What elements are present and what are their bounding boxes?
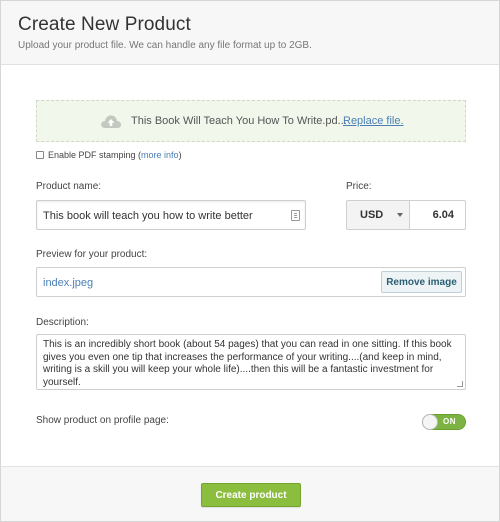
create-product-button[interactable]: Create product	[201, 483, 301, 507]
field-list-icon	[291, 210, 300, 221]
pdf-stamping-suffix: )	[178, 150, 182, 160]
product-name-label: Product name:	[36, 181, 102, 192]
product-name-input[interactable]: This book will teach you how to write be…	[36, 200, 306, 230]
toggle-knob	[422, 414, 438, 430]
show-on-profile-label: Show product on profile page:	[36, 415, 169, 426]
description-label: Description:	[36, 317, 89, 328]
remove-image-button[interactable]: Remove image	[381, 271, 462, 293]
price-field: USD 6.04	[346, 200, 466, 230]
create-product-dialog: Create New Product Upload your product f…	[0, 0, 500, 522]
file-dropzone[interactable]: This Book Will Teach You How To Write.pd…	[36, 100, 466, 142]
pdf-stamping-checkbox[interactable]	[36, 151, 44, 159]
more-info-link[interactable]: more info	[141, 150, 179, 160]
page-title: Create New Product	[18, 14, 191, 35]
chevron-down-icon	[397, 213, 403, 217]
preview-label: Preview for your product:	[36, 249, 148, 260]
dialog-header: Create New Product Upload your product f…	[1, 1, 499, 65]
price-label: Price:	[346, 181, 372, 192]
preview-file-link[interactable]: index.jpeg	[43, 277, 93, 289]
replace-file-link[interactable]: Replace file.	[343, 115, 404, 127]
uploaded-file-name: This Book Will Teach You How To Write.pd…	[131, 115, 347, 127]
resize-handle-icon[interactable]	[457, 381, 463, 387]
pdf-stamping-label: Enable PDF stamping (	[48, 150, 142, 160]
description-value: This is an incredibly short book (about …	[43, 339, 452, 388]
toggle-state-label: ON	[443, 417, 456, 426]
preview-field: index.jpeg Remove image	[36, 267, 466, 297]
page-subtitle: Upload your product file. We can handle …	[18, 40, 312, 51]
description-textarea[interactable]: This is an incredibly short book (about …	[36, 334, 466, 390]
cloud-upload-icon	[101, 115, 122, 128]
product-name-value: This book will teach you how to write be…	[43, 210, 253, 222]
currency-select[interactable]: USD	[347, 201, 410, 229]
dialog-footer: Create product	[1, 466, 499, 521]
price-input[interactable]: 6.04	[433, 209, 454, 221]
currency-value: USD	[360, 209, 384, 221]
show-on-profile-toggle[interactable]: ON	[422, 414, 466, 430]
pdf-stamping-row: Enable PDF stamping (more info)	[36, 149, 182, 161]
